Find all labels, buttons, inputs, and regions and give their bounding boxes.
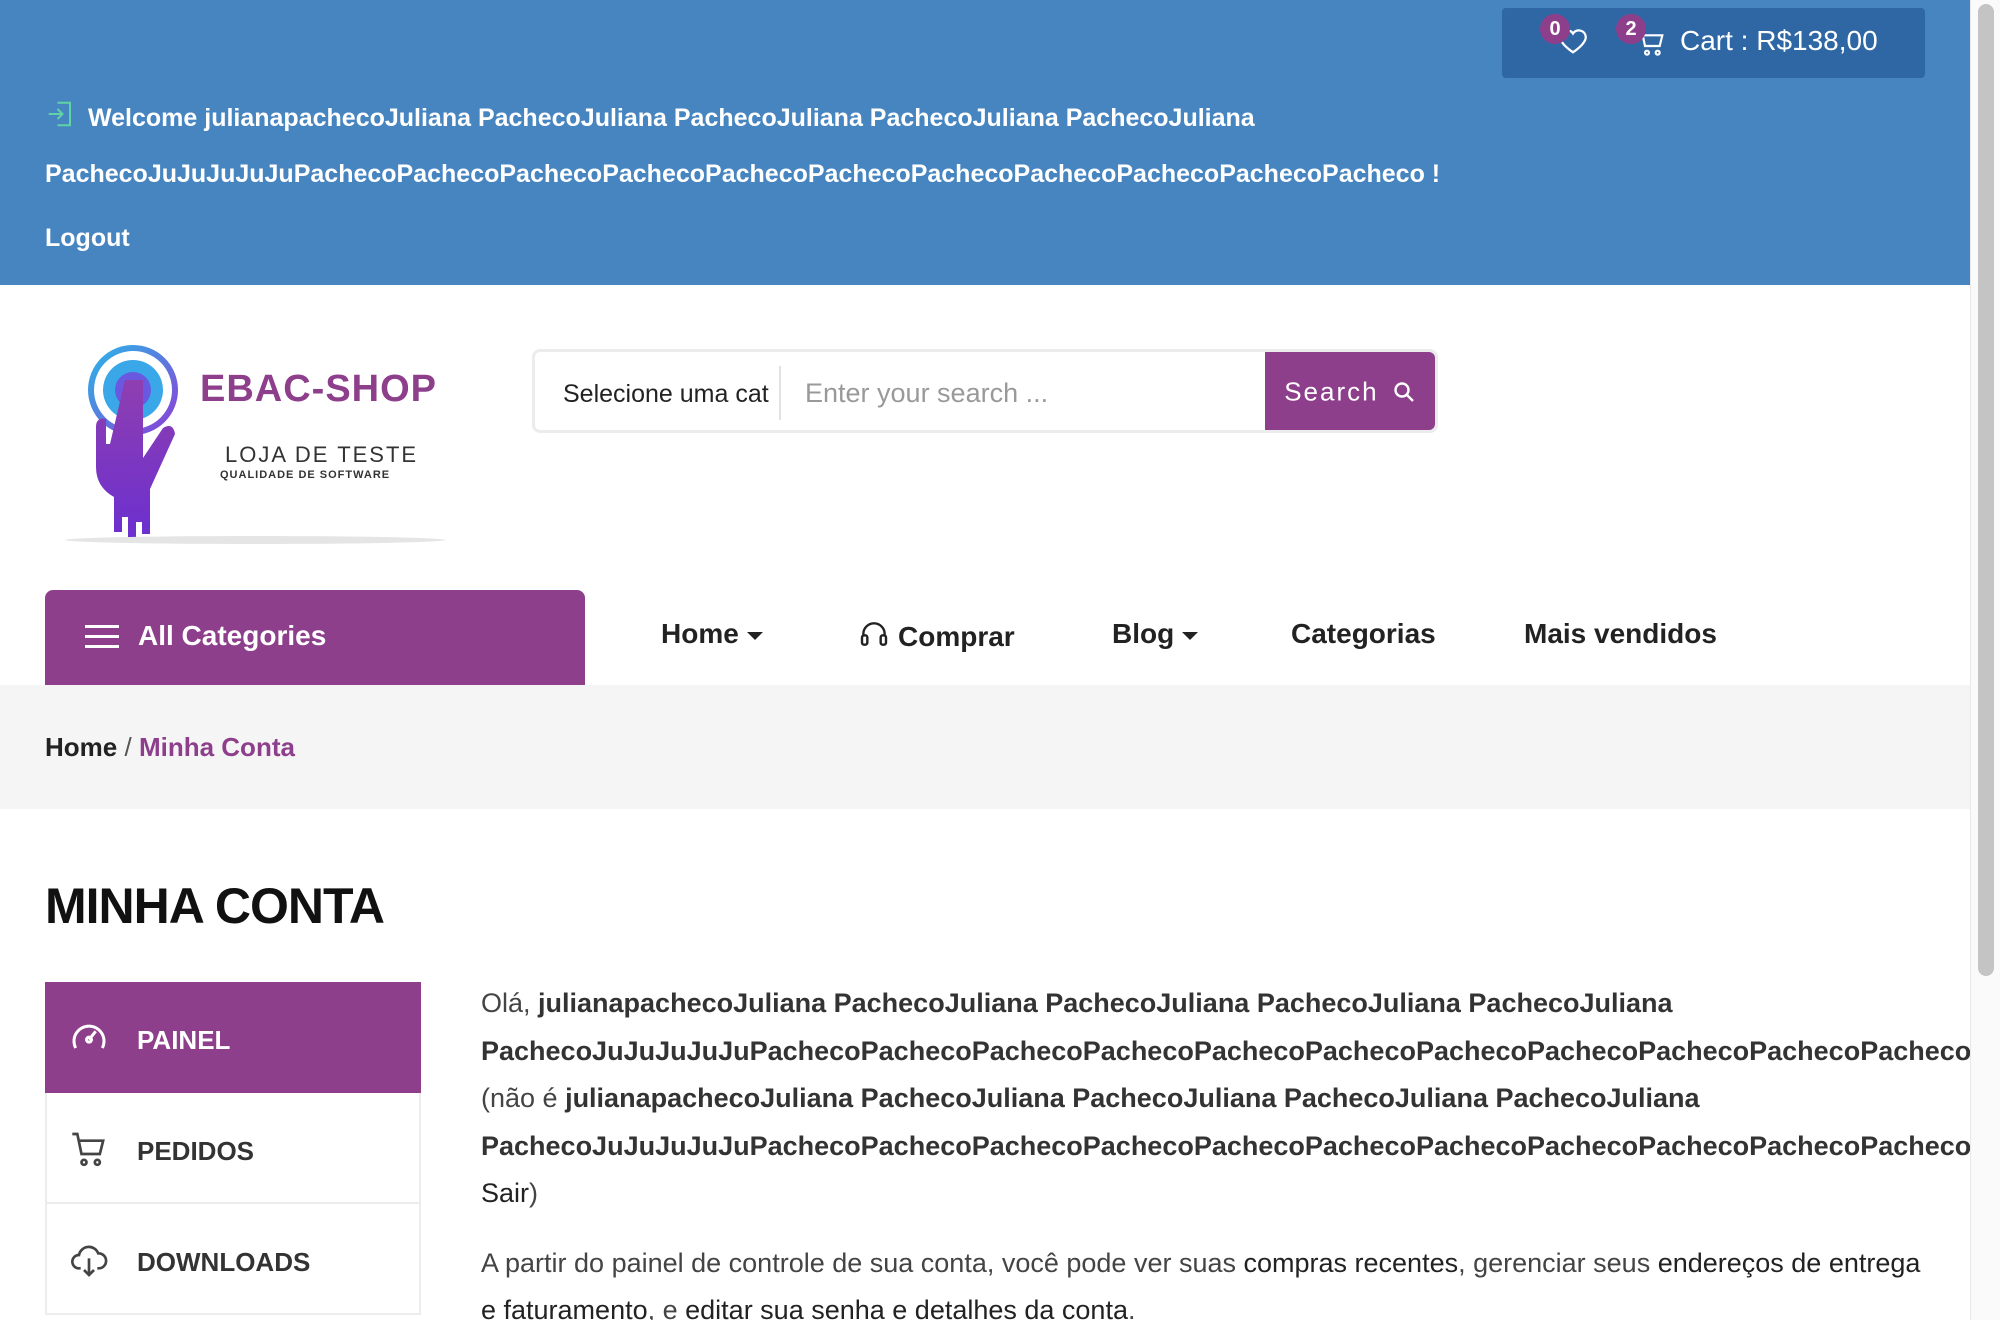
breadcrumb-separator: /	[124, 732, 132, 762]
all-categories-label: All Categories	[138, 620, 327, 651]
breadcrumb-current: Minha Conta	[138, 732, 295, 762]
search-bar: Selecione uma cat Search	[532, 349, 1438, 433]
dashboard-intro-paragraph: A partir do painel de controle de sua co…	[481, 1240, 1931, 1320]
breadcrumb: Home / Minha Conta	[45, 732, 295, 763]
username: julianapachecoJuliana PachecoJuliana Pac…	[481, 988, 1972, 1066]
cart-count-badge: 2	[1616, 14, 1646, 44]
wishlist-count-badge: 0	[1540, 14, 1570, 44]
account-menu-pedidos[interactable]: PEDIDOS	[45, 1093, 421, 1204]
close-paren: )	[529, 1178, 539, 1208]
logo-tagline: QUALIDADE DE SOFTWARE	[220, 469, 391, 481]
nav-home[interactable]: Home	[661, 618, 763, 650]
top-bar: 0 2 Cart : R$138,00 Welcome julianapache…	[0, 0, 1970, 285]
search-button-label: Search	[1284, 376, 1379, 407]
intro-text-d: .	[1127, 1295, 1136, 1320]
logout-link[interactable]: Logout	[45, 224, 130, 253]
not-you-prefix: (não é	[481, 1083, 566, 1113]
account-menu: PAINEL PEDIDOS DOWNLOADS	[45, 982, 421, 1315]
greeting-paragraph: Olá, julianapachecoJuliana PachecoJulian…	[481, 980, 1986, 1218]
cart-total-label[interactable]: Cart : R$138,00	[1680, 25, 1878, 57]
logo-title: EBAC-SHOP	[200, 368, 438, 410]
menu-icon	[85, 625, 119, 648]
nav-mais-vendidos[interactable]: Mais vendidos	[1524, 618, 1717, 650]
intro-text-b: , gerenciar seus	[1458, 1247, 1658, 1278]
chevron-down-icon	[1182, 631, 1199, 640]
greeting-prefix: Olá,	[481, 988, 539, 1018]
nav-blog[interactable]: Blog	[1112, 618, 1199, 650]
chevron-down-icon	[746, 631, 763, 640]
intro-text-a: A partir do painel de controle de sua co…	[481, 1247, 1244, 1278]
all-categories-button[interactable]: All Categories	[45, 590, 585, 685]
account-menu-downloads[interactable]: DOWNLOADS	[45, 1204, 421, 1315]
nav-blog-label: Blog	[1112, 618, 1175, 649]
nav-comprar-label: Comprar	[898, 621, 1015, 652]
account-menu-label: PAINEL	[137, 1025, 231, 1055]
dashboard-icon	[72, 1024, 106, 1049]
intro-text-c: , e	[647, 1295, 686, 1320]
search-button[interactable]: Search	[1265, 352, 1435, 430]
search-divider	[779, 366, 781, 420]
page-title: MINHA CONTA	[45, 878, 385, 934]
nav-categorias[interactable]: Categorias	[1291, 618, 1436, 650]
username-repeat: julianapachecoJuliana PachecoJuliana Pac…	[481, 1083, 1972, 1161]
headset-icon	[860, 622, 888, 646]
cloud-download-icon	[71, 1245, 108, 1277]
account-menu-label: PEDIDOS	[137, 1136, 255, 1166]
nav-home-label: Home	[661, 618, 739, 649]
logo-subtitle: LOJA DE TESTE	[225, 442, 419, 467]
cart-icon	[72, 1132, 105, 1167]
account-menu-label: DOWNLOADS	[137, 1247, 311, 1277]
account-details-link[interactable]: editar sua senha e detalhes da conta	[685, 1295, 1128, 1320]
breadcrumb-home[interactable]: Home	[45, 732, 117, 762]
account-dashboard-content: Olá, julianapachecoJuliana PachecoJulian…	[481, 980, 1986, 1320]
welcome-message: Welcome julianapachecoJuliana PachecoJul…	[45, 104, 1441, 188]
breadcrumb-band	[0, 685, 1970, 809]
scrollbar-thumb[interactable]	[1978, 4, 1994, 976]
sair-link[interactable]: Sair	[481, 1178, 529, 1208]
search-input[interactable]	[805, 368, 1265, 418]
account-menu-painel[interactable]: PAINEL	[45, 982, 421, 1093]
nav-comprar[interactable]: Comprar	[858, 618, 1015, 653]
page-scrollbar[interactable]	[1970, 0, 2000, 1320]
search-icon	[1394, 382, 1414, 402]
recent-orders-link[interactable]: compras recentes	[1244, 1248, 1459, 1278]
category-select[interactable]: Selecione uma cat	[563, 380, 769, 409]
